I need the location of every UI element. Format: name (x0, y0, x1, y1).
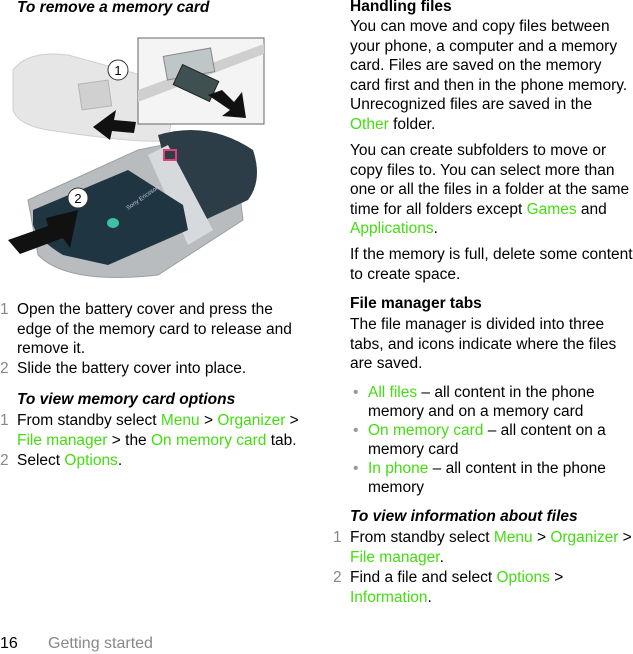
paragraph-text: folder. (388, 115, 436, 133)
step-text: Open the battery cover and press the edg… (17, 301, 292, 357)
step-number: 1 (333, 529, 342, 546)
bullet-icon: • (353, 460, 359, 477)
link-applications: Applications (350, 220, 434, 237)
section-title: Getting started (48, 635, 153, 652)
paragraph-memory-full: If the memory is full, delete some conte… (350, 246, 633, 283)
heading-file-manager-tabs: File manager tabs (350, 295, 482, 312)
page-number: 16 (0, 635, 18, 652)
step-text: From standby select (17, 412, 161, 429)
paragraph-text: You can move and copy files between your… (350, 18, 628, 113)
paragraph-subfolders: You can create subfolders to move or cop… (350, 141, 633, 239)
tabs-list: • All files – all content in the phone m… (350, 383, 633, 497)
link-file-manager: File manager (17, 431, 108, 449)
step-text: Slide the battery cover into place. (17, 359, 247, 377)
step-number: 2 (333, 569, 342, 586)
heading-view-file-info: To view information about files (350, 508, 578, 525)
link-other: Other (350, 115, 389, 133)
callout-2: 2 (74, 191, 81, 206)
link-in-phone: In phone (368, 460, 429, 477)
step-1: 1 From standby select Menu > Organizer >… (333, 528, 633, 567)
step-text: Select (17, 452, 65, 469)
link-organizer: Organizer (217, 412, 286, 429)
link-options: Options (496, 569, 550, 586)
step-number: 1 (0, 412, 9, 429)
step-2: 2 Find a file and select Options > Infor… (333, 568, 633, 607)
separator: > (618, 529, 632, 546)
remove-steps: 1 Open the battery cover and press the e… (0, 300, 305, 378)
paragraph-text: . (433, 220, 438, 237)
step-text: . (117, 452, 123, 469)
file-info-steps: 1 From standby select Menu > Organizer >… (333, 528, 633, 607)
separator: > (199, 412, 218, 429)
link-options: Options (64, 452, 118, 469)
link-organizer: Organizer (550, 529, 619, 546)
step-text: From standby select (350, 529, 494, 546)
paragraph-handling-files: You can move and copy files between your… (350, 17, 633, 134)
step-text: . (439, 548, 444, 566)
step-2: 2 Select Options. (0, 451, 305, 471)
link-games: Games (526, 200, 577, 218)
heading-remove-memory-card: To remove a memory card (17, 0, 210, 16)
link-on-memory-card: On memory card (368, 422, 484, 439)
options-steps: 1 From standby select Menu > Organizer >… (0, 411, 305, 471)
step-number: 2 (0, 359, 9, 377)
heading-handling-files: Handling files (350, 0, 452, 15)
page-footer: 16 Getting started (0, 634, 153, 654)
step-text: tab. (266, 431, 297, 449)
link-menu: Menu (493, 529, 533, 546)
paragraph-text: and (576, 200, 607, 218)
step-number: 1 (0, 301, 9, 318)
paragraph-file-manager-tabs: The file manager is divided into three t… (350, 316, 617, 372)
link-all-files: All files (368, 384, 418, 401)
list-item: • All files – all content in the phone m… (350, 383, 633, 421)
link-information: Information (350, 588, 428, 606)
step-2: 2 Slide the battery cover into place. (0, 359, 305, 379)
step-text: Find a file and select (350, 569, 497, 586)
step-number: 2 (0, 452, 9, 469)
separator: > (285, 412, 299, 429)
separator: > the (107, 431, 151, 449)
separator: > (549, 569, 564, 586)
step-1: 1 Open the battery cover and press the e… (0, 300, 305, 359)
step-text: . (427, 588, 432, 606)
step-1: 1 From standby select Menu > Organizer >… (0, 411, 305, 450)
bullet-icon: • (353, 384, 359, 401)
callout-1: 1 (114, 63, 121, 78)
bullet-icon: • (353, 422, 359, 439)
link-menu: Menu (160, 412, 200, 429)
link-file-manager: File manager (350, 548, 440, 566)
link-on-memory-card: On memory card (151, 431, 267, 449)
list-item: • In phone – all content in the phone me… (350, 459, 633, 497)
list-item: • On memory card – all content on a memo… (350, 421, 633, 459)
heading-view-memory-card-options: To view memory card options (17, 391, 236, 408)
memory-card-illustration: 1 Sony Ericsson 2 (8, 37, 265, 278)
separator: > (532, 529, 551, 546)
